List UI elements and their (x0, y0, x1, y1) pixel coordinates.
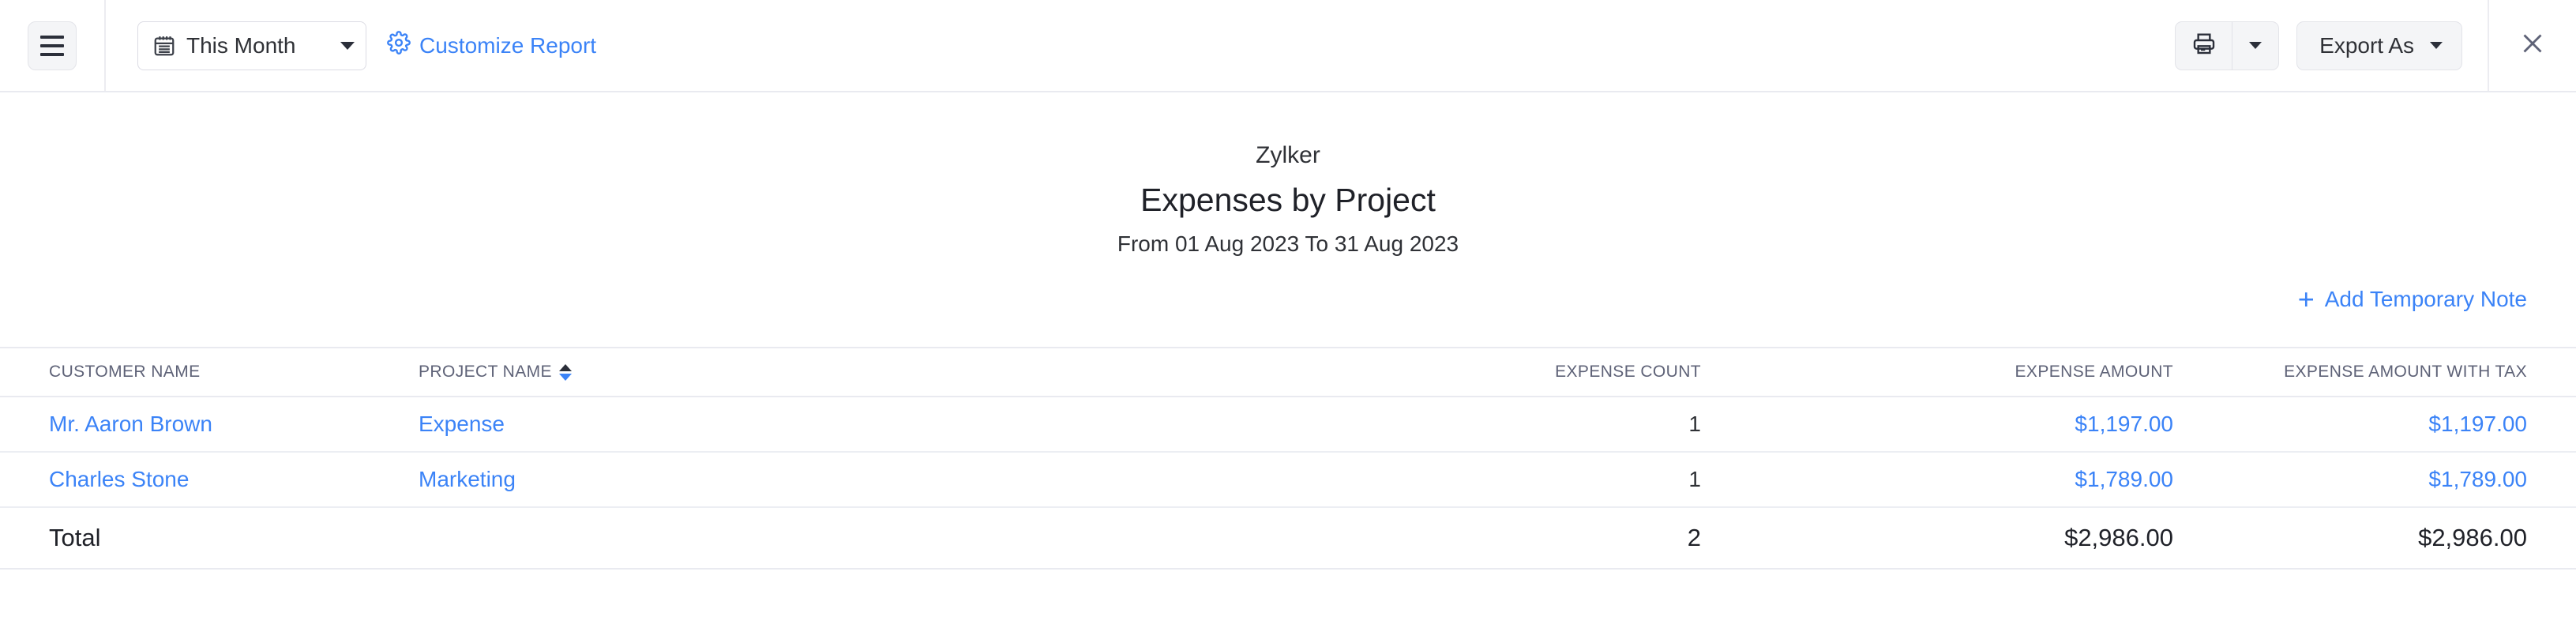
report-toolbar: This Month Customize Report Export As (0, 0, 2576, 92)
customize-report-button[interactable]: Customize Report (387, 31, 596, 60)
customize-report-label: Customize Report (419, 32, 597, 58)
calendar-icon (152, 34, 176, 58)
expense-amount-link[interactable]: $1,197.00 (2075, 412, 2173, 436)
date-range-select[interactable]: This Month (137, 21, 366, 70)
project-name-link[interactable]: Expense (419, 412, 505, 436)
total-expense-count: 2 (1335, 507, 1777, 570)
chevron-down-icon (2430, 42, 2443, 49)
column-header-expense-amount-with-tax: EXPENSE AMOUNT WITH TAX (2222, 347, 2576, 398)
close-icon (2518, 29, 2547, 62)
export-as-label: Export As (2319, 32, 2414, 58)
print-options-dropdown[interactable] (2232, 22, 2278, 70)
date-range-value: This Month (186, 32, 296, 58)
cell-expense-amount-with-tax: $1,789.00 (2222, 452, 2576, 509)
hamburger-icon (40, 52, 64, 56)
cell-expense-amount: $1,789.00 (1777, 452, 2222, 509)
table-row: Charles Stone Marketing 1 $1,789.00 $1,7… (0, 452, 2576, 509)
total-expense-amount: $2,986.00 (1777, 507, 2222, 570)
sort-descending-icon (558, 373, 572, 381)
print-button-group[interactable] (2175, 21, 2280, 70)
close-button[interactable] (2489, 0, 2576, 91)
cell-expense-count: 1 (1335, 397, 1777, 453)
sort-icon[interactable] (558, 363, 572, 381)
cell-project-name: Marketing (419, 452, 1335, 509)
toolbar-left-group: This Month Customize Report (0, 0, 596, 91)
cell-customer-name: Mr. Aaron Brown (0, 397, 419, 453)
cell-expense-count: 1 (1335, 452, 1777, 509)
table-header: CUSTOMER NAME PROJECT NAME EXPENSE COUNT… (0, 347, 2576, 398)
hamburger-menu-button[interactable] (28, 21, 77, 70)
cell-expense-amount-with-tax: $1,197.00 (2222, 397, 2576, 453)
hamburger-icon (40, 35, 64, 39)
chevron-down-icon (2249, 42, 2262, 49)
expenses-by-project-table: CUSTOMER NAME PROJECT NAME EXPENSE COUNT… (0, 347, 2576, 570)
hamburger-icon (40, 43, 64, 47)
cell-customer-name: Charles Stone (0, 452, 419, 509)
sort-ascending-icon (558, 363, 572, 371)
table-body: Mr. Aaron Brown Expense 1 $1,197.00 $1,1… (0, 397, 2576, 570)
table-row: Mr. Aaron Brown Expense 1 $1,197.00 $1,1… (0, 397, 2576, 453)
column-header-expense-count: EXPENSE COUNT (1335, 347, 1777, 398)
printer-icon (2191, 31, 2217, 60)
plus-icon: + (2297, 283, 2315, 316)
expense-amount-link[interactable]: $1,789.00 (2075, 467, 2173, 491)
report-date-range: From 01 Aug 2023 To 31 Aug 2023 (1117, 231, 1459, 257)
customer-name-link[interactable]: Mr. Aaron Brown (49, 412, 212, 436)
organization-name: Zylker (1256, 142, 1320, 168)
report-header: Zylker Expenses by Project From 01 Aug 2… (0, 92, 2576, 257)
column-header-customer-name: CUSTOMER NAME (0, 347, 419, 398)
total-label: Total (0, 507, 419, 570)
column-header-expense-amount: EXPENSE AMOUNT (1777, 347, 2222, 398)
note-row: + Add Temporary Note (0, 257, 2576, 314)
add-temporary-note-label: Add Temporary Note (2324, 287, 2527, 312)
page-title: Expenses by Project (1140, 182, 1436, 218)
table-total-row: Total 2 $2,986.00 $2,986.00 (0, 507, 2576, 570)
project-name-link[interactable]: Marketing (419, 467, 516, 491)
toolbar-right-group: Export As (2175, 0, 2576, 91)
menu-cell (0, 0, 106, 91)
column-header-project-name[interactable]: PROJECT NAME (419, 347, 1335, 398)
total-expense-amount-with-tax: $2,986.00 (2222, 507, 2576, 570)
customer-name-link[interactable]: Charles Stone (49, 467, 189, 491)
chevron-down-icon (340, 41, 355, 50)
total-project-name (419, 507, 1335, 570)
print-button[interactable] (2176, 21, 2233, 70)
gear-icon (387, 31, 411, 60)
add-temporary-note-button[interactable]: + Add Temporary Note (2298, 285, 2527, 314)
expense-amount-with-tax-link[interactable]: $1,197.00 (2428, 412, 2527, 436)
table-header-row: CUSTOMER NAME PROJECT NAME EXPENSE COUNT… (0, 347, 2576, 398)
column-header-project-name-label: PROJECT NAME (419, 363, 552, 382)
expense-amount-with-tax-link[interactable]: $1,789.00 (2428, 467, 2527, 491)
toolbar-controls: This Month Customize Report (106, 21, 596, 70)
cell-project-name: Expense (419, 397, 1335, 453)
export-as-button[interactable]: Export As (2296, 21, 2462, 70)
cell-expense-amount: $1,197.00 (1777, 397, 2222, 453)
